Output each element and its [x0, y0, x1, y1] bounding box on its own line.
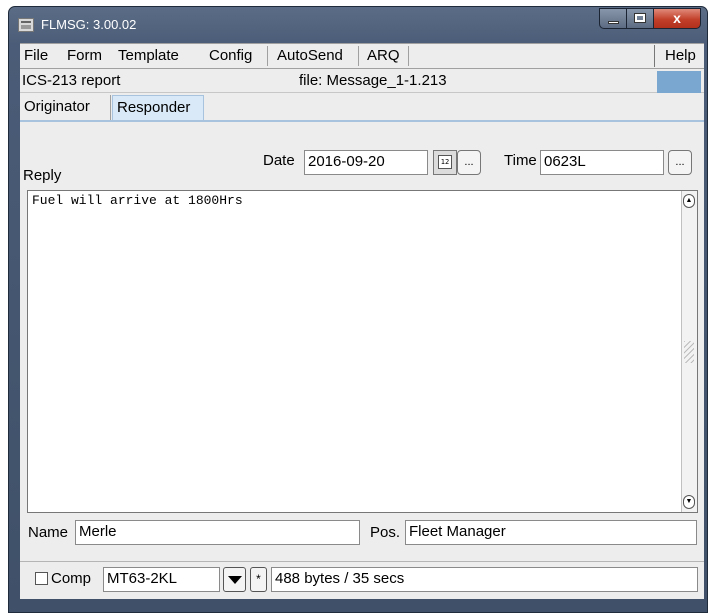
menu-template[interactable]: Template: [118, 46, 179, 66]
file-name-label: file: Message_1-1.213: [299, 72, 447, 89]
client-area: File Form Template Config AutoSend ARQ H…: [20, 43, 704, 599]
time-label: Time: [504, 152, 537, 169]
scroll-up-icon[interactable]: ▲: [683, 194, 695, 208]
minimize-icon: [608, 21, 619, 24]
close-button[interactable]: x: [654, 8, 701, 29]
mode-dropdown-button[interactable]: [223, 567, 246, 592]
menu-separator: [358, 46, 359, 66]
menu-separator: [408, 46, 409, 66]
time-now-button[interactable]: ...: [668, 150, 692, 175]
comp-label: Comp: [51, 570, 92, 587]
name-input[interactable]: Merle: [75, 520, 360, 545]
reply-textarea[interactable]: Fuel will arrive at 1800Hrs ▲ ▼: [27, 190, 698, 513]
form-info-bar: ICS-213 report file: Message_1-1.213: [20, 69, 704, 93]
calendar-button[interactable]: 12: [433, 150, 457, 175]
comp-checkbox[interactable]: [35, 572, 48, 585]
date-input[interactable]: 2016-09-20: [304, 150, 428, 175]
title-bar[interactable]: FLMSG: 3.00.02 x: [9, 7, 707, 43]
name-label: Name: [28, 524, 69, 541]
responder-panel: Reply Date 2016-09-20 12 ... Time 0623L …: [20, 122, 704, 559]
chevron-down-icon: [228, 576, 242, 584]
position-input[interactable]: Fleet Manager: [405, 520, 697, 545]
tab-originator[interactable]: Originator: [20, 95, 111, 121]
modem-mode-select[interactable]: MT63-2KL: [103, 567, 220, 592]
menu-config[interactable]: Config: [209, 46, 252, 66]
vertical-scrollbar[interactable]: ▲ ▼: [681, 191, 697, 512]
date-now-button[interactable]: ...: [457, 150, 481, 175]
app-icon: [18, 18, 34, 32]
window-title: FLMSG: 3.00.02: [41, 17, 137, 32]
calendar-icon: 12: [438, 155, 452, 169]
menu-form[interactable]: Form: [67, 46, 102, 66]
position-label: Pos.: [370, 524, 401, 541]
maximize-icon: [634, 13, 646, 23]
scroll-down-icon[interactable]: ▼: [683, 495, 695, 509]
menu-help-area: Help: [654, 45, 700, 67]
menu-file[interactable]: File: [24, 46, 48, 66]
status-bar: Comp MT63-2KL * 488 bytes / 35 secs: [20, 561, 704, 599]
transfer-size-field: 488 bytes / 35 secs: [271, 567, 698, 592]
menu-help[interactable]: Help: [665, 46, 696, 66]
tab-bar: Originator Responder: [20, 93, 704, 121]
status-indicator: [657, 71, 701, 93]
date-label: Date: [263, 152, 295, 169]
menu-autosend[interactable]: AutoSend: [277, 46, 343, 66]
resize-grip-icon[interactable]: [684, 341, 694, 363]
form-type-label: ICS-213 report: [22, 72, 121, 89]
close-icon: x: [673, 10, 681, 26]
menu-bar: File Form Template Config AutoSend ARQ H…: [20, 43, 704, 69]
minimize-button[interactable]: [599, 8, 627, 29]
maximize-button[interactable]: [627, 8, 654, 29]
window-controls: x: [599, 8, 701, 30]
reply-text: Fuel will arrive at 1800Hrs: [32, 193, 243, 208]
time-input[interactable]: 0623L: [540, 150, 664, 175]
reply-label: Reply: [23, 167, 62, 184]
menu-separator: [267, 46, 268, 66]
menu-arq[interactable]: ARQ: [367, 46, 400, 66]
star-button[interactable]: *: [250, 567, 267, 592]
tab-responder[interactable]: Responder: [112, 95, 204, 121]
